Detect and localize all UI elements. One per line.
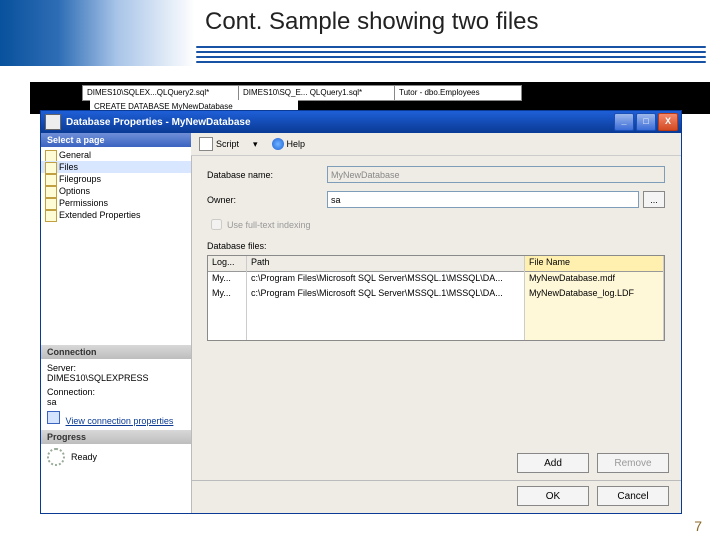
view-connection-link[interactable]: View connection properties <box>66 416 174 426</box>
dbname-label: Database name: <box>207 170 327 180</box>
files-group-label: Database files: <box>207 241 665 251</box>
add-button[interactable]: Add <box>517 453 589 473</box>
nav-page-general[interactable]: General <box>41 149 191 161</box>
cell-logical-1[interactable]: My... <box>208 287 246 302</box>
ok-button[interactable]: OK <box>517 486 589 506</box>
nav-page-files[interactable]: Files <box>41 161 191 173</box>
col-logical[interactable]: Log... <box>208 256 246 272</box>
nav-page-permissions[interactable]: Permissions <box>41 197 191 209</box>
owner-label: Owner: <box>207 195 327 205</box>
fulltext-label: Use full-text indexing <box>227 220 311 230</box>
view-conn-icon <box>47 411 60 424</box>
maximize-button[interactable]: □ <box>636 113 656 131</box>
editor-tab-2[interactable]: DIMES10\SQ_E... QLQuery1.sql* <box>238 85 398 101</box>
minimize-button[interactable]: _ <box>614 113 634 131</box>
server-value: DIMES10\SQLEXPRESS <box>47 373 185 383</box>
nav-page-filegroups[interactable]: Filegroups <box>41 173 191 185</box>
cell-path-0[interactable]: c:\Program Files\Microsoft SQL Server\MS… <box>247 272 524 287</box>
nav-header-connection: Connection <box>41 345 191 359</box>
help-button[interactable]: Help <box>272 138 320 150</box>
banner-rules <box>196 46 706 64</box>
dbname-field <box>327 166 665 183</box>
nav-header-progress: Progress <box>41 430 191 444</box>
cell-filename-1[interactable]: MyNewDatabase_log.LDF <box>525 287 663 302</box>
page-nav: Select a page General Files Filegroups O… <box>41 133 192 513</box>
banner-graphic <box>0 0 195 66</box>
dialog-icon <box>45 114 61 130</box>
close-button[interactable]: X <box>658 113 678 131</box>
editor-tab-1[interactable]: DIMES10\SQLEX...QLQuery2.sql* <box>82 85 242 101</box>
help-icon <box>272 138 284 150</box>
nav-header-pages: Select a page <box>41 133 191 147</box>
script-icon <box>199 137 213 151</box>
fulltext-checkbox <box>211 219 222 230</box>
cancel-button[interactable]: Cancel <box>597 486 669 506</box>
progress-spinner-icon <box>47 448 65 466</box>
cell-filename-0[interactable]: MyNewDatabase.mdf <box>525 272 663 287</box>
cell-logical-0[interactable]: My... <box>208 272 246 287</box>
editor-tab-3[interactable]: Tutor - dbo.Employees <box>394 85 522 101</box>
dialog-toolbar: Script ▾ Help <box>191 133 681 156</box>
col-filename[interactable]: File Name <box>525 256 663 272</box>
database-properties-dialog: Database Properties - MyNewDatabase _ □ … <box>40 110 682 514</box>
server-label: Server: <box>47 363 185 373</box>
connection-value: sa <box>47 397 185 407</box>
slide-page-number: 7 <box>694 518 702 534</box>
progress-status: Ready <box>71 452 97 462</box>
cell-path-1[interactable]: c:\Program Files\Microsoft SQL Server\MS… <box>247 287 524 302</box>
remove-button: Remove <box>597 453 669 473</box>
script-button[interactable]: Script ▾ <box>199 137 258 151</box>
owner-field[interactable] <box>327 191 639 208</box>
owner-browse-button[interactable]: ... <box>643 191 665 208</box>
connection-label: Connection: <box>47 387 185 397</box>
nav-page-extended[interactable]: Extended Properties <box>41 209 191 221</box>
nav-page-options[interactable]: Options <box>41 185 191 197</box>
files-grid[interactable]: Log... My... My... Path c:\Program Files… <box>207 255 665 341</box>
slide-title: Cont. Sample showing two files <box>205 8 539 36</box>
dialog-titlebar[interactable]: Database Properties - MyNewDatabase _ □ … <box>41 111 681 133</box>
dialog-title: Database Properties - MyNewDatabase <box>66 117 251 128</box>
col-path[interactable]: Path <box>247 256 524 272</box>
dialog-content: Script ▾ Help Database name: Owner: ... … <box>191 133 681 513</box>
